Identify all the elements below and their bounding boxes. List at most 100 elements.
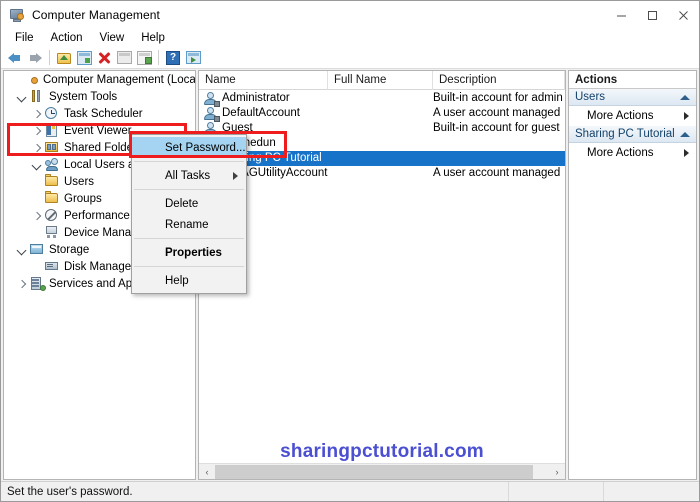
title-bar: Computer Management	[1, 1, 699, 29]
submenu-arrow-icon	[233, 172, 238, 180]
show-hide-console-tree-icon[interactable]	[74, 48, 94, 68]
cell-full-name	[328, 106, 433, 121]
actions-pane[interactable]: Actions Users More Actions Sharing PC Tu…	[568, 70, 697, 480]
scroll-left-icon[interactable]: ‹	[199, 464, 215, 480]
services-icon	[29, 276, 46, 291]
menu-bar: File Action View Help	[1, 29, 699, 47]
tree-label: Storage	[49, 243, 90, 256]
context-menu-item-all-tasks[interactable]: All Tasks	[132, 165, 246, 186]
tree-item-computer-management[interactable]: Computer Management (Local)	[4, 71, 195, 88]
up-one-level-icon[interactable]	[54, 48, 74, 68]
minimize-icon[interactable]	[606, 1, 637, 29]
table-row[interactable]: Guest Built-in account for guest acces	[199, 121, 565, 137]
horizontal-scrollbar[interactable]: ‹ ›	[199, 463, 565, 479]
context-menu-item-properties[interactable]: Properties	[132, 242, 246, 263]
local-users-groups-icon	[44, 157, 60, 172]
cell-full-name	[328, 91, 433, 106]
menu-view[interactable]: View	[92, 31, 134, 45]
system-tools-icon	[29, 89, 45, 104]
toolbar: ?	[1, 47, 699, 69]
chevron-down-icon[interactable]	[14, 242, 29, 258]
users-list-pane[interactable]: Name Full Name Description Administrator…	[198, 70, 566, 480]
context-menu-separator	[134, 189, 244, 190]
scrollbar-thumb[interactable]	[215, 464, 533, 479]
table-row[interactable]: DefaultAccount A user account managed by…	[199, 106, 565, 122]
context-menu-item-delete[interactable]: Delete	[132, 193, 246, 214]
action-more-actions-user[interactable]: More Actions	[569, 143, 696, 163]
chevron-right-icon[interactable]	[29, 140, 44, 156]
actions-group-label: Users	[575, 91, 606, 103]
context-menu-item-set-password[interactable]: Set Password...	[132, 137, 246, 158]
cell-description: A user account managed and us	[433, 167, 563, 179]
status-text: Set the user's password.	[1, 481, 509, 501]
actions-group-sharing-pc-tutorial[interactable]: Sharing PC Tutorial	[569, 126, 696, 143]
chevron-right-icon[interactable]	[29, 106, 44, 122]
context-menu-label: Rename	[165, 218, 209, 231]
column-header-full-name[interactable]: Full Name	[328, 71, 433, 90]
menu-action[interactable]: Action	[43, 31, 92, 45]
table-row-selected[interactable]: Sharing PC Tutorial	[199, 151, 565, 167]
device-manager-icon	[44, 225, 60, 240]
toolbar-separator-2	[158, 50, 159, 65]
scrollbar-track[interactable]	[533, 464, 549, 480]
user-icon	[203, 91, 220, 107]
context-menu-item-rename[interactable]: Rename	[132, 214, 246, 235]
tree-item-task-scheduler[interactable]: Task Scheduler	[4, 105, 195, 122]
context-menu-label: Properties	[165, 246, 222, 259]
action-label: More Actions	[587, 147, 654, 159]
event-viewer-icon	[44, 123, 60, 138]
chevron-up-icon[interactable]	[680, 94, 690, 100]
delete-icon[interactable]	[94, 48, 114, 68]
context-menu-item-help[interactable]: Help	[132, 270, 246, 291]
context-menu-label: Help	[165, 274, 189, 287]
forward-icon[interactable]	[25, 48, 45, 68]
clock-icon	[44, 106, 60, 121]
context-menu-label: Delete	[165, 197, 199, 210]
show-hide-action-pane-icon[interactable]	[183, 48, 203, 68]
cell-full-name	[328, 121, 433, 136]
column-header-description[interactable]: Description	[433, 71, 565, 90]
chevron-up-icon[interactable]	[680, 131, 690, 137]
table-row[interactable]: Administrator Built-in account for admin…	[199, 91, 565, 107]
properties-icon[interactable]	[114, 48, 134, 68]
context-menu[interactable]: Set Password... All Tasks Delete Rename …	[131, 134, 247, 294]
menu-help[interactable]: Help	[133, 31, 174, 45]
chevron-right-icon[interactable]	[29, 208, 44, 224]
chevron-down-icon[interactable]	[29, 157, 44, 173]
export-list-icon[interactable]	[134, 48, 154, 68]
submenu-arrow-icon	[684, 112, 689, 120]
tree-label: System Tools	[49, 90, 118, 103]
back-icon[interactable]	[5, 48, 25, 68]
help-icon[interactable]: ?	[163, 48, 183, 68]
context-menu-separator	[134, 238, 244, 239]
list-column-headers: Name Full Name Description	[199, 71, 565, 90]
scroll-right-icon[interactable]: ›	[549, 464, 565, 480]
menu-file[interactable]: File	[7, 31, 43, 45]
table-row[interactable]: idhanedun	[199, 136, 565, 152]
storage-icon	[29, 242, 45, 257]
submenu-arrow-icon	[684, 149, 689, 157]
cell-name: Administrator	[222, 92, 290, 104]
context-menu-label: Set Password...	[165, 141, 246, 154]
user-icon	[203, 106, 220, 122]
close-icon[interactable]	[668, 1, 699, 29]
tree-label: Event Viewer	[64, 124, 132, 137]
cell-full-name	[328, 166, 433, 181]
chevron-down-icon[interactable]	[14, 89, 29, 105]
actions-group-users[interactable]: Users	[569, 89, 696, 106]
tree-item-system-tools[interactable]: System Tools	[4, 88, 195, 105]
column-header-name[interactable]: Name	[199, 71, 328, 90]
chevron-right-icon[interactable]	[14, 276, 29, 292]
chevron-right-icon[interactable]	[29, 123, 44, 139]
status-cell-2	[604, 482, 699, 502]
watermark: sharingpctutorial.com	[280, 441, 484, 462]
performance-icon	[44, 208, 60, 223]
actions-group-label: Sharing PC Tutorial	[575, 128, 675, 140]
action-more-actions-users[interactable]: More Actions	[569, 106, 696, 126]
tree-label: Computer Management (Local)	[43, 73, 196, 86]
maximize-icon[interactable]	[637, 1, 668, 29]
tree-label: Groups	[64, 192, 102, 205]
table-row[interactable]: WDAGUtilityAccount A user account manage…	[199, 166, 565, 182]
